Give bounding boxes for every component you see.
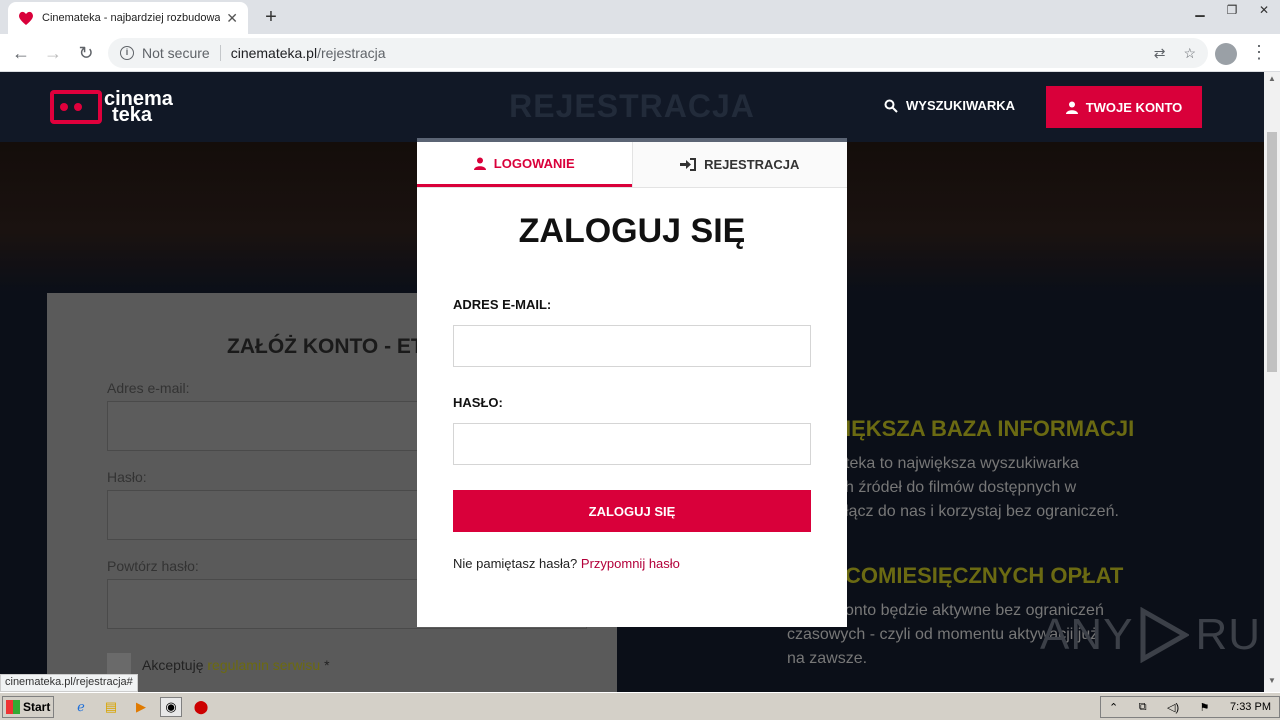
login-heading: ZALOGUJ SIĘ <box>518 212 746 250</box>
ie-icon[interactable]: ℯ <box>70 697 92 717</box>
modal-tabs: LOGOWANIE REJESTRACJA <box>417 142 847 188</box>
minimize-icon[interactable]: ▁ <box>1184 0 1216 20</box>
window-controls: ▁ ❐ ✕ <box>1184 0 1280 20</box>
flag-icon[interactable]: ⚑ <box>1200 701 1210 714</box>
browser-toolbar: ← → ↻ i Not secure cinemateka.pl/rejestr… <box>0 34 1280 72</box>
tab-login-label: LOGOWANIE <box>493 155 575 171</box>
media-player-icon[interactable]: ▶ <box>130 697 152 717</box>
browser-tab[interactable]: Cinemateka - najbardziej rozbudowa ✕ <box>8 2 248 34</box>
login-email-label: ADRES E-MAIL: <box>453 297 552 312</box>
email-label: Adres e-mail: <box>107 380 190 396</box>
bookmark-star-icon[interactable]: ☆ <box>1183 45 1196 62</box>
tab-register[interactable]: REJESTRACJA <box>631 142 847 187</box>
info-icon[interactable]: i <box>120 46 134 60</box>
scroll-down-icon[interactable]: ▼ <box>1264 676 1280 690</box>
page-viewport: cinema teka REJESTRACJA WYSZUKIWARKA TWO… <box>0 72 1264 692</box>
terms-text: Akceptuję regulamin serwisu * <box>142 657 330 673</box>
explorer-icon[interactable]: ▤ <box>100 697 122 717</box>
tab-login[interactable]: LOGOWANIE <box>417 142 632 187</box>
search-link[interactable]: WYSZUKIWARKA <box>884 98 1015 113</box>
user-icon <box>1065 101 1078 114</box>
anyrun-watermark: ANY RUN <box>1040 607 1264 663</box>
page-scrollbar[interactable]: ▲ ▼ <box>1264 72 1280 692</box>
login-submit-button[interactable]: ZALOGUJ SIĘ <box>453 490 811 532</box>
tab-strip: Cinemateka - najbardziej rozbudowa ✕ + ▁… <box>0 0 1280 34</box>
repeat-password-label: Powtórz hasło: <box>107 558 199 574</box>
translate-icon[interactable]: ⇄ <box>1154 45 1166 62</box>
clock: 7:33 PM <box>1230 701 1271 713</box>
address-bar[interactable]: i Not secure cinemateka.pl/rejestracja ⇄… <box>108 38 1208 68</box>
chrome-icon[interactable]: ◉ <box>160 697 182 717</box>
login-password-field[interactable] <box>453 423 811 465</box>
url-path: /rejestracja <box>317 45 386 61</box>
system-tray: ⌃ ⧉ ◁) ⚑ 7:33 PM <box>1100 696 1280 718</box>
account-label: TWOJE KONTO <box>1085 99 1183 115</box>
forgot-password-text: Nie pamiętasz hasła? Przypomnij hasło <box>453 556 680 571</box>
tray-arrow-icon[interactable]: ⌃ <box>1109 701 1118 714</box>
search-icon <box>884 99 898 113</box>
url-host: cinemateka.pl <box>230 45 318 61</box>
windows-logo-icon <box>6 700 20 714</box>
watermark-right: RUN <box>1195 610 1264 659</box>
user-icon <box>473 157 486 170</box>
feature-text-1: teka to największa wyszukiwarka h źródeł… <box>845 452 1119 524</box>
login-password-label: HASŁO: <box>453 395 503 410</box>
watermark-left: ANY <box>1040 610 1134 659</box>
feature-1-line-2: h źródeł do filmów dostępnych w <box>845 479 1077 496</box>
login-email-field[interactable] <box>453 325 811 367</box>
start-label: Start <box>23 700 51 714</box>
feature-1-line-1: teka to największa wyszukiwarka <box>845 455 1079 472</box>
forward-icon[interactable]: → <box>42 42 64 64</box>
back-icon[interactable]: ← <box>10 42 32 64</box>
reload-icon[interactable]: ↻ <box>75 42 97 64</box>
security-label: Not secure <box>142 45 210 61</box>
password-label: Hasło: <box>107 469 147 485</box>
volume-icon[interactable]: ◁) <box>1167 701 1179 714</box>
quick-launch: ℯ ▤ ▶ ◉ ⬤ <box>70 697 212 717</box>
play-icon <box>1140 607 1190 663</box>
site-header: cinema teka REJESTRACJA WYSZUKIWARKA TWO… <box>0 72 1264 142</box>
tab-close-icon[interactable]: ✕ <box>226 10 238 27</box>
close-window-icon[interactable]: ✕ <box>1248 0 1280 20</box>
network-icon[interactable]: ⧉ <box>1139 701 1147 714</box>
windows-taskbar: Start ℯ ▤ ▶ ◉ ⬤ ⌃ ⧉ ◁) ⚑ 7:33 PM <box>0 692 1280 720</box>
tab-title: Cinemateka - najbardziej rozbudowa <box>42 12 221 24</box>
browser-menu-icon[interactable]: ⋮ <box>1250 42 1268 63</box>
forgot-password-link[interactable]: Przypomnij hasło <box>581 556 680 571</box>
sign-in-icon <box>680 158 697 171</box>
login-modal: LOGOWANIE REJESTRACJA ZALOGUJ SIĘ ADRES … <box>417 138 847 627</box>
address-separator <box>219 45 221 61</box>
account-button[interactable]: TWOJE KONTO <box>1046 86 1202 128</box>
feature-1-line-3: łącz do nas i korzystaj bez ograniczeń. <box>845 503 1119 520</box>
feature-title-1: IĘKSZA BAZA INFORMACJI <box>845 416 1135 441</box>
status-bar-url: cinemateka.pl/rejestracja# <box>0 674 138 692</box>
required-star: * <box>320 657 330 673</box>
terms-link[interactable]: regulamin serwisu <box>207 657 320 673</box>
scroll-up-icon[interactable]: ▲ <box>1264 74 1280 88</box>
forgot-password-label: Nie pamiętasz hasła? <box>453 556 581 571</box>
search-label: WYSZUKIWARKA <box>906 98 1016 113</box>
opera-icon[interactable]: ⬤ <box>190 697 212 717</box>
start-button[interactable]: Start <box>2 696 54 718</box>
restore-icon[interactable]: ❐ <box>1216 0 1248 20</box>
profile-avatar[interactable] <box>1215 43 1237 65</box>
cinemateka-favicon <box>19 11 33 25</box>
tab-register-label: REJESTRACJA <box>704 157 800 172</box>
new-tab-button[interactable]: + <box>260 6 282 28</box>
feature-title-2: COMIESIĘCZNYCH OPŁAT <box>845 563 1124 588</box>
terms-label: Akceptuję <box>142 657 208 673</box>
scroll-thumb[interactable] <box>1267 132 1277 372</box>
